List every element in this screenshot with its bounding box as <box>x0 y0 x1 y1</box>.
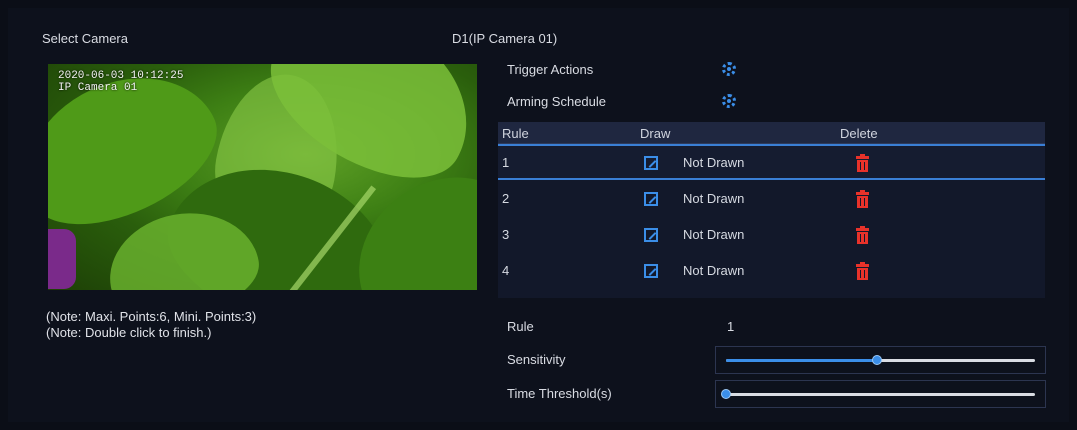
edit-icon[interactable] <box>644 156 658 170</box>
column-draw: Draw <box>640 126 671 141</box>
table-row[interactable]: 2 Not Drawn <box>498 182 1045 218</box>
sensitivity-label: Sensitivity <box>507 352 566 367</box>
gear-icon[interactable] <box>722 94 736 108</box>
rule-number: 2 <box>502 191 510 206</box>
draw-status: Not Drawn <box>683 263 745 278</box>
rule-number: 3 <box>502 227 510 242</box>
edit-icon[interactable] <box>644 228 658 242</box>
slider-thumb[interactable] <box>721 389 731 399</box>
draw-status: Not Drawn <box>683 191 745 206</box>
rule-number: 4 <box>502 263 510 278</box>
draw-status: Not Drawn <box>683 227 745 242</box>
rule-number: 1 <box>502 155 510 170</box>
sensitivity-slider[interactable] <box>715 346 1046 374</box>
column-delete: Delete <box>840 126 878 141</box>
rule-value: 1 <box>727 319 735 334</box>
arming-schedule-label: Arming Schedule <box>507 94 606 109</box>
slider-thumb[interactable] <box>872 355 883 365</box>
slider-track <box>721 389 1035 399</box>
rule-label: Rule <box>507 319 534 334</box>
draw-status: Not Drawn <box>683 155 745 170</box>
osd-camera-name: IP Camera 01 <box>58 82 138 94</box>
trash-icon[interactable] <box>856 226 869 244</box>
select-camera-label: Select Camera <box>42 31 128 46</box>
table-header: Rule Draw Delete <box>498 122 1045 144</box>
table-row[interactable]: 1 Not Drawn <box>498 144 1045 180</box>
purple-object <box>48 229 76 289</box>
trash-icon[interactable] <box>856 190 869 208</box>
note-points: (Note: Maxi. Points:6, Mini. Points:3) <box>46 309 257 324</box>
time-threshold-slider[interactable] <box>715 380 1046 408</box>
osd-datetime: 2020-06-03 10:12:25 <box>58 70 184 82</box>
edit-icon[interactable] <box>644 192 658 206</box>
column-rule: Rule <box>502 126 529 141</box>
edit-icon[interactable] <box>644 264 658 278</box>
trash-icon[interactable] <box>856 262 869 280</box>
note-double-click: (Note: Double click to finish.) <box>46 325 212 340</box>
time-threshold-label: Time Threshold(s) <box>507 386 612 401</box>
camera-name: D1(IP Camera 01) <box>452 31 558 46</box>
slider-track <box>726 355 1035 365</box>
camera-preview[interactable]: 2020-06-03 10:12:25 IP Camera 01 <box>48 64 477 290</box>
trash-icon[interactable] <box>856 154 869 172</box>
slider-fill <box>726 359 878 362</box>
rule-table: Rule Draw Delete 1 Not Drawn 2 Not Drawn… <box>498 122 1045 298</box>
table-row[interactable]: 4 Not Drawn <box>498 254 1045 290</box>
gear-icon[interactable] <box>722 62 736 76</box>
trigger-actions-label: Trigger Actions <box>507 62 594 77</box>
table-row[interactable]: 3 Not Drawn <box>498 218 1045 254</box>
